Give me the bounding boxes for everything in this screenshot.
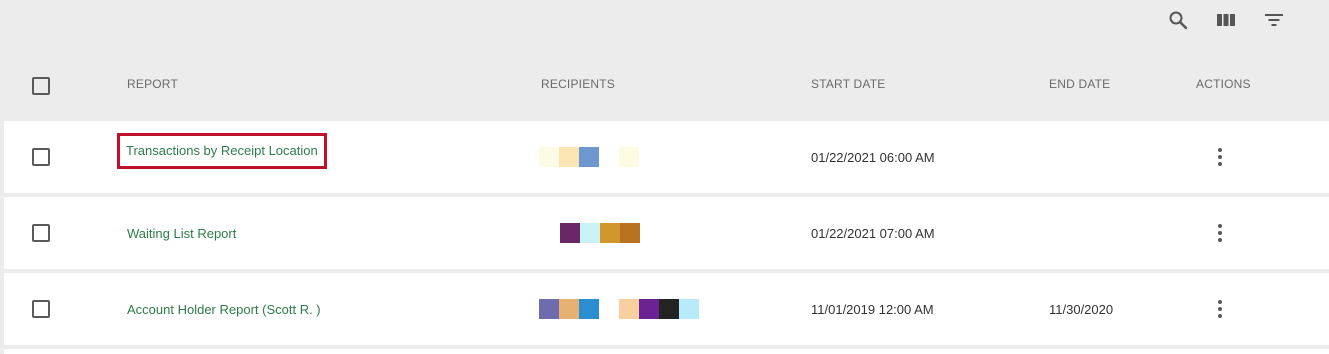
row-checkbox[interactable] <box>32 148 50 166</box>
header-actions: ACTIONS <box>1196 77 1251 91</box>
recipients-list <box>560 223 640 243</box>
recipient-avatar <box>579 147 599 167</box>
table-row: Account Holder Report (Scott R. ) 11/01/… <box>4 273 1329 345</box>
table-toolbar <box>0 0 1329 44</box>
recipient-avatar <box>539 147 559 167</box>
recipients-list <box>539 147 639 167</box>
header-end-date[interactable]: END DATE <box>1049 77 1110 91</box>
recipient-avatar <box>659 299 679 319</box>
start-date: 01/22/2021 06:00 AM <box>811 150 935 165</box>
recipient-avatar <box>559 299 579 319</box>
table-row-partial <box>4 349 1329 354</box>
report-link[interactable]: Transactions by Receipt Location <box>117 133 327 169</box>
filter-icon[interactable] <box>1262 8 1286 32</box>
more-actions-icon[interactable] <box>1210 297 1230 321</box>
select-all-checkbox[interactable] <box>32 77 50 95</box>
recipient-avatar <box>539 299 559 319</box>
table-header: REPORT RECIPIENTS START DATE END DATE AC… <box>0 62 1329 108</box>
recipient-avatar <box>620 223 640 243</box>
recipient-avatar <box>599 299 619 319</box>
recipient-avatar <box>580 223 600 243</box>
recipient-avatar <box>639 299 659 319</box>
recipient-avatar <box>600 223 620 243</box>
table-row: Transactions by Receipt Location 01/22/2… <box>4 121 1329 193</box>
recipient-avatar <box>679 299 699 319</box>
row-checkbox[interactable] <box>32 224 50 242</box>
recipient-avatar <box>579 299 599 319</box>
report-link[interactable]: Waiting List Report <box>127 226 236 241</box>
recipient-avatar <box>599 147 619 167</box>
search-icon[interactable] <box>1166 8 1190 32</box>
columns-icon[interactable] <box>1214 8 1238 32</box>
start-date: 01/22/2021 07:00 AM <box>811 226 935 241</box>
recipient-avatar <box>619 299 639 319</box>
row-checkbox[interactable] <box>32 300 50 318</box>
recipient-avatar <box>619 147 639 167</box>
header-recipients[interactable]: RECIPIENTS <box>541 77 615 91</box>
end-date: 11/30/2020 <box>1049 302 1114 317</box>
recipients-list <box>539 299 699 319</box>
header-report[interactable]: REPORT <box>127 77 178 91</box>
header-start-date[interactable]: START DATE <box>811 77 885 91</box>
recipient-avatar <box>560 223 580 243</box>
recipient-avatar <box>559 147 579 167</box>
table-row: Waiting List Report 01/22/2021 07:00 AM <box>4 197 1329 269</box>
report-link[interactable]: Account Holder Report (Scott R. ) <box>127 302 321 317</box>
more-actions-icon[interactable] <box>1210 221 1230 245</box>
more-actions-icon[interactable] <box>1210 145 1230 169</box>
start-date: 11/01/2019 12:00 AM <box>811 302 934 317</box>
